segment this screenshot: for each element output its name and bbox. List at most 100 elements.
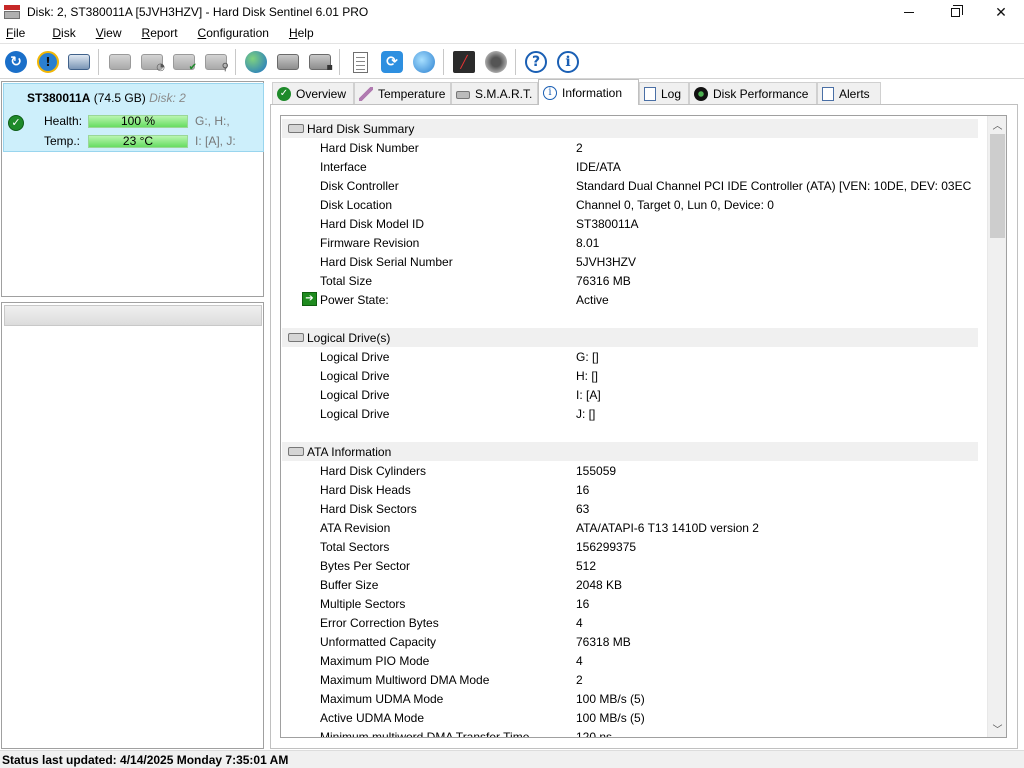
scroll-down-icon[interactable]: ﹀: [988, 720, 1006, 737]
monitor-button[interactable]: ╱: [450, 48, 478, 76]
toolbar-separator: [515, 49, 516, 75]
tab-label: S.M.A.R.T.: [475, 87, 533, 101]
maximize-button[interactable]: [932, 0, 978, 24]
check-icon: ✓: [277, 87, 291, 101]
info-row[interactable]: Interface IDE/ATA: [281, 157, 987, 176]
tab-label: Alerts: [839, 87, 870, 101]
info-row[interactable]: Hard Disk Sectors 63: [281, 499, 987, 518]
menu-help[interactable]: Help: [283, 24, 320, 43]
disk-save-icon: ▪: [309, 54, 333, 73]
info-key: Maximum UDMA Mode: [320, 691, 444, 706]
info-row[interactable]: Maximum UDMA Mode 100 MB/s (5): [281, 689, 987, 708]
disk-tool-icon: [109, 54, 131, 70]
info-row[interactable]: Logical Drive J: []: [281, 404, 987, 423]
info-row[interactable]: Active UDMA Mode 100 MB/s (5): [281, 708, 987, 727]
disk-search-button[interactable]: ⚲: [202, 48, 230, 76]
disk-tool-button[interactable]: [106, 48, 134, 76]
network-button[interactable]: [410, 48, 438, 76]
web-button[interactable]: [242, 48, 270, 76]
tab-information[interactable]: i Information: [538, 79, 639, 105]
info-key: Power State:: [320, 292, 389, 307]
tab-overview[interactable]: ✓ Overview: [272, 82, 354, 105]
tab-alerts[interactable]: Alerts: [817, 82, 881, 105]
info-row[interactable]: Hard Disk Number 2: [281, 138, 987, 157]
tab-log[interactable]: Log: [639, 82, 689, 105]
info-key: Logical Drive: [320, 349, 390, 364]
about-button[interactable]: i: [554, 48, 582, 76]
info-row[interactable]: Hard Disk Serial Number 5JVH3HZV: [281, 252, 987, 271]
info-row[interactable]: Disk Location Channel 0, Target 0, Lun 0,…: [281, 195, 987, 214]
info-row[interactable]: Total Size 76316 MB: [281, 271, 987, 290]
info-value: J: []: [576, 406, 596, 421]
info-row[interactable]: Maximum Multiword DMA Mode 2: [281, 670, 987, 689]
info-key: Buffer Size: [320, 577, 379, 592]
disk-copy-button[interactable]: [274, 48, 302, 76]
tab-smart[interactable]: S.M.A.R.T.: [451, 82, 538, 105]
info-value: Active: [576, 292, 609, 307]
disk-list-item[interactable]: ST380011A (74.5 GB) Disk: 2 ✓ Health: 10…: [3, 83, 264, 152]
info-row[interactable]: Minimum multiword DMA Transfer Time 120 n…: [281, 727, 987, 738]
speaker-button[interactable]: [482, 48, 510, 76]
help-button[interactable]: ?: [522, 48, 550, 76]
info-row[interactable]: ➔ Power State: Active: [281, 290, 987, 309]
menu-configuration[interactable]: Configuration: [192, 24, 275, 43]
section-header[interactable]: Hard Disk Summary: [282, 119, 978, 138]
menu-view[interactable]: View: [90, 24, 128, 43]
info-value: IDE/ATA: [576, 159, 621, 174]
thermometer-icon: [359, 87, 373, 101]
menu-disk[interactable]: Disk: [46, 24, 81, 43]
info-value: 156299375: [576, 539, 637, 554]
info-row[interactable]: Logical Drive G: []: [281, 347, 987, 366]
menu-file[interactable]: File: [0, 24, 31, 43]
info-row[interactable]: Hard Disk Heads 16: [281, 480, 987, 499]
disk-save-button[interactable]: ▪: [306, 48, 334, 76]
close-button[interactable]: ✕: [978, 0, 1024, 24]
refresh-icon: ↻: [5, 51, 27, 73]
info-row[interactable]: ATA Revision ATA/ATAPI-6 T13 1410D versio…: [281, 518, 987, 537]
info-row[interactable]: Total Sectors 156299375: [281, 537, 987, 556]
info-row[interactable]: Logical Drive I: [A]: [281, 385, 987, 404]
disk-test-button[interactable]: ◔: [138, 48, 166, 76]
alert-button[interactable]: !: [34, 48, 62, 76]
sync-button[interactable]: ⟳: [378, 48, 406, 76]
info-key: Active UDMA Mode: [320, 710, 425, 725]
section-header[interactable]: Logical Drive(s): [282, 328, 978, 347]
disk-info-button[interactable]: [65, 48, 93, 76]
info-key: Error Correction Bytes: [320, 615, 439, 630]
section-header[interactable]: ATA Information: [282, 442, 978, 461]
info-row[interactable]: Hard Disk Cylinders 155059: [281, 461, 987, 480]
info-row[interactable]: Logical Drive H: []: [281, 366, 987, 385]
info-key: Hard Disk Heads: [320, 482, 411, 497]
info-value: 76318 MB: [576, 634, 631, 649]
minimize-button[interactable]: [886, 0, 932, 24]
info-row[interactable]: Bytes Per Sector 512: [281, 556, 987, 575]
report-button[interactable]: [346, 48, 374, 76]
scroll-thumb[interactable]: [990, 134, 1005, 238]
vertical-scrollbar[interactable]: ︿ ﹀: [987, 116, 1006, 737]
info-row[interactable]: Hard Disk Model ID ST380011A: [281, 214, 987, 233]
menu-report[interactable]: Report: [136, 24, 184, 43]
info-value: 4: [576, 653, 583, 668]
speaker-icon: [485, 51, 507, 73]
tab-label: Overview: [296, 87, 347, 101]
tab-temperature[interactable]: Temperature: [354, 82, 451, 105]
info-row[interactable]: Buffer Size 2048 KB: [281, 575, 987, 594]
info-row[interactable]: Firmware Revision 8.01: [281, 233, 987, 252]
info-row[interactable]: Disk Controller Standard Dual Channel PCI…: [281, 176, 987, 195]
disk-copy-icon: [277, 54, 299, 70]
info-value: Standard Dual Channel PCI IDE Controller…: [576, 178, 971, 193]
scroll-up-icon[interactable]: ︿: [988, 116, 1006, 133]
info-key: Disk Location: [320, 197, 393, 212]
info-row[interactable]: Error Correction Bytes 4: [281, 613, 987, 632]
info-value: 2048 KB: [576, 577, 623, 592]
info-value: 4: [576, 615, 583, 630]
disk-icon: [288, 447, 304, 456]
disk-ok-button[interactable]: ✔: [170, 48, 198, 76]
info-row[interactable]: Maximum PIO Mode 4: [281, 651, 987, 670]
tab-disk-performance[interactable]: Disk Performance: [689, 82, 817, 105]
info-key: Minimum multiword DMA Transfer Time: [320, 729, 530, 738]
info-row[interactable]: Multiple Sectors 16: [281, 594, 987, 613]
info-row[interactable]: Unformatted Capacity 76318 MB: [281, 632, 987, 651]
refresh-button[interactable]: ↻: [2, 48, 30, 76]
